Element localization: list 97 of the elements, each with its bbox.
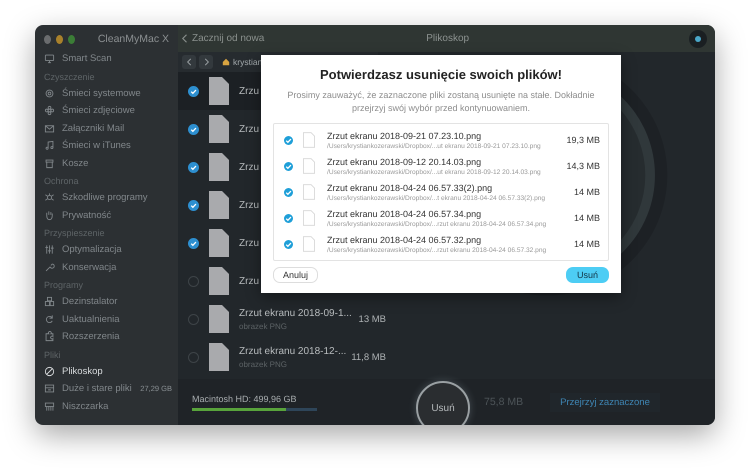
checkbox[interactable] bbox=[188, 162, 199, 172]
checkbox[interactable] bbox=[284, 240, 293, 249]
sidebar-item[interactable]: Szkodliwe programy bbox=[35, 189, 178, 206]
sidebar-item[interactable]: Uaktualnienia bbox=[35, 310, 178, 328]
sidebar-item[interactable]: Plikoskop bbox=[35, 362, 178, 380]
file-name: Zrzut ekranu 2018-04-24 06.57.33(2).png bbox=[327, 182, 494, 193]
checkbox[interactable] bbox=[284, 188, 293, 197]
sidebar-item[interactable]: Smart Scan bbox=[35, 50, 178, 68]
document-icon bbox=[209, 77, 229, 105]
app-name: CleanMyMac X bbox=[98, 33, 170, 45]
flower-icon bbox=[44, 105, 55, 116]
review-selected-button[interactable]: Przejrzyj zaznaczone bbox=[550, 392, 660, 412]
checkbox[interactable] bbox=[188, 314, 199, 324]
sidebar-item[interactable]: Śmieci zdjęciowe bbox=[35, 102, 178, 120]
sidebar-item[interactable]: Kosze bbox=[35, 154, 178, 172]
window-title: Plikoskop bbox=[426, 33, 470, 44]
file-name: Zrzu bbox=[239, 238, 259, 248]
back-button[interactable]: Zacznij od nowa bbox=[180, 31, 266, 46]
document-icon bbox=[209, 191, 229, 219]
puzzle-icon bbox=[44, 331, 55, 342]
sliders-icon bbox=[44, 244, 55, 256]
envelope-icon bbox=[44, 122, 55, 134]
checkbox[interactable] bbox=[188, 238, 199, 248]
home-icon bbox=[222, 58, 230, 66]
cancel-button[interactable]: Anuluj bbox=[273, 267, 318, 283]
dialog-message: Prosimy zauważyć, że zaznaczone pliki zostaną usunięte na stałe. Dokładnie przejrzyj swój wybór przed kontynuowaniem. bbox=[286, 89, 596, 114]
gear-icon bbox=[44, 88, 55, 99]
file-name: Zrzu bbox=[239, 86, 259, 96]
checkbox[interactable] bbox=[188, 124, 199, 134]
remove-button[interactable]: Usuń bbox=[416, 381, 470, 425]
zoom-button[interactable] bbox=[68, 34, 75, 44]
checkbox[interactable] bbox=[188, 200, 199, 210]
document-icon bbox=[303, 236, 315, 252]
chevron-right-icon bbox=[204, 58, 208, 66]
close-button[interactable] bbox=[44, 34, 51, 44]
confirm-button[interactable]: Usuń bbox=[566, 267, 609, 283]
hand-icon bbox=[44, 210, 55, 221]
file-size: 14,3 MB bbox=[566, 161, 600, 172]
shredder-icon bbox=[44, 400, 55, 412]
checkbox[interactable] bbox=[188, 352, 199, 362]
file-size: 19,3 MB bbox=[566, 135, 600, 146]
file-size: 14 MB bbox=[574, 239, 600, 250]
document-icon bbox=[303, 210, 315, 226]
monitor-icon bbox=[44, 53, 55, 64]
chevron-left-icon bbox=[186, 58, 192, 66]
file-name: Zrzut ekranu 2018-04-24 06.57.32.png bbox=[327, 234, 482, 245]
checkbox[interactable] bbox=[284, 214, 293, 223]
document-icon bbox=[209, 115, 229, 143]
file-type: obrazek PNG bbox=[239, 322, 288, 330]
document-icon bbox=[303, 132, 315, 148]
dialog-title: Potwierdzasz usunięcie swoich plików! bbox=[319, 67, 563, 82]
refresh-icon bbox=[44, 314, 55, 325]
file-size: 13 MB bbox=[358, 314, 386, 324]
file-name: Zrzut ekranu 2018-09-21 07.23.10.png bbox=[327, 130, 482, 141]
forward-nav-button[interactable] bbox=[199, 55, 213, 69]
minimize-button[interactable] bbox=[56, 34, 63, 44]
file-name: Zrzu bbox=[239, 124, 259, 134]
sidebar-item[interactable]: Rozszerzenia bbox=[35, 328, 178, 346]
file-name: Zrzu bbox=[239, 162, 259, 172]
boxes-icon bbox=[44, 296, 55, 308]
sidebar-item[interactable]: Załączniki Mail bbox=[35, 120, 178, 137]
back-nav-button[interactable] bbox=[182, 55, 196, 69]
music-note-icon bbox=[44, 140, 55, 152]
checkbox[interactable] bbox=[188, 86, 199, 96]
document-icon bbox=[209, 153, 229, 181]
file-name: Zrzu bbox=[239, 200, 259, 210]
file-name: Zrzut ekranu 2018-09-12 20.14.03.png bbox=[327, 156, 482, 167]
sidebar-item[interactable]: Niszczarka bbox=[35, 398, 178, 415]
file-name: Zrzut ekranu 2018-09-1... bbox=[239, 308, 352, 318]
checkbox[interactable] bbox=[284, 136, 293, 145]
document-icon bbox=[209, 267, 229, 295]
file-size: 14 MB bbox=[574, 213, 600, 224]
sidebar-item[interactable]: Konserwacja bbox=[35, 258, 178, 276]
sidebar-item[interactable]: Dezinstalator bbox=[35, 293, 178, 310]
sidebar-item[interactable]: Śmieci w iTunes bbox=[35, 137, 178, 154]
sidebar-item[interactable]: Optymalizacja bbox=[35, 241, 178, 258]
file-name: Zrzut ekranu 2018-04-24 06.57.34.png bbox=[327, 208, 482, 219]
bin-icon bbox=[44, 158, 55, 169]
assistant-icon[interactable] bbox=[689, 30, 707, 48]
file-name: Zrzut ekranu 2018-12-... bbox=[239, 346, 346, 356]
checkbox[interactable] bbox=[188, 276, 199, 286]
file-size: 11,8 MB bbox=[351, 352, 386, 362]
file-name: Zrzu bbox=[239, 276, 259, 286]
disk-label: Macintosh HD: 499,96 GB bbox=[192, 394, 298, 404]
checkbox[interactable] bbox=[284, 162, 293, 171]
file-type: obrazek PNG bbox=[239, 360, 288, 368]
document-icon bbox=[303, 184, 315, 200]
sidebar-item[interactable]: Prywatność bbox=[35, 206, 178, 224]
sidebar-item[interactable]: Śmieci systemowe bbox=[35, 84, 178, 102]
drawer-icon bbox=[44, 383, 55, 394]
document-icon bbox=[209, 343, 229, 371]
file-size: 14 MB bbox=[574, 187, 600, 198]
document-icon bbox=[209, 305, 229, 333]
folder-path: krystian bbox=[233, 57, 262, 67]
document-icon bbox=[209, 229, 229, 257]
document-icon bbox=[303, 158, 315, 174]
chevron-left-icon bbox=[182, 34, 188, 43]
